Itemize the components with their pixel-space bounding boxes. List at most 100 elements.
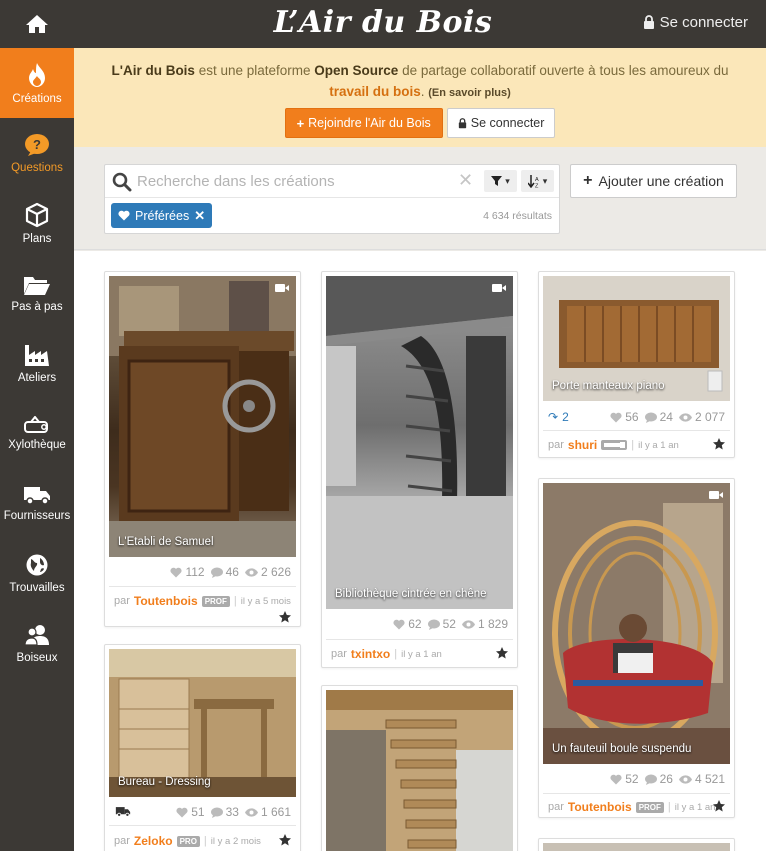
eye-icon <box>678 774 692 784</box>
creation-image: Bureau - Dressing <box>109 649 296 797</box>
author-link[interactable]: shuri <box>568 438 597 452</box>
sidebar-label: Xylothèque <box>8 438 66 451</box>
creation-stats: 51 33 1 661 <box>176 805 291 819</box>
comment-icon <box>644 774 657 785</box>
banner-travail: travail du bois <box>329 84 421 99</box>
sidebar-item-questions[interactable]: ? Questions <box>0 118 74 188</box>
repost-icon: ↷ <box>548 410 559 424</box>
creation-stats: 112 46 2 626 <box>170 565 291 579</box>
creation-stats: 52 26 4 521 <box>610 772 725 786</box>
creation-card[interactable]: Bibliothèque cintrée en chêne 62 52 1 82… <box>321 271 518 668</box>
star-icon[interactable] <box>496 647 508 659</box>
comment-icon <box>427 619 440 630</box>
likes-count: 62 <box>408 617 422 631</box>
by-label: par <box>114 595 130 607</box>
lock-icon <box>643 15 654 29</box>
sidebar-item-trouvailles[interactable]: Trouvailles <box>0 538 74 608</box>
sidebar-item-pas-a-pas[interactable]: Pas à pas <box>0 258 74 328</box>
flame-icon <box>29 62 45 87</box>
creation-card[interactable]: Bureau - Dressing 51 33 1 661 par Zeloko… <box>104 644 301 851</box>
creation-card[interactable] <box>538 838 735 851</box>
add-creation-button[interactable]: + Ajouter une création <box>570 164 737 198</box>
creation-byline: par Toutenbois PROF | il y a 5 mois <box>114 594 291 608</box>
heart-icon <box>176 807 188 817</box>
pro-badge: PROF <box>635 801 664 813</box>
filter-dropdown[interactable]: ▾ <box>484 170 517 192</box>
favorites-tag[interactable]: Préférées ✕ <box>111 203 213 228</box>
sidebar-label: Questions <box>11 161 63 174</box>
banner-open-source: Open Source <box>314 63 399 78</box>
wood-log-icon <box>24 415 48 433</box>
comment-icon <box>210 807 223 818</box>
author-link[interactable]: Zeloko <box>134 834 173 848</box>
author-link[interactable]: txintxo <box>351 647 390 661</box>
banner-login-label: Se connecter <box>470 116 545 130</box>
join-label: Rejoindre l'Air du Bois <box>308 116 431 130</box>
creation-time: il y a 5 mois <box>240 595 291 607</box>
truck-icon <box>115 807 131 817</box>
star-icon[interactable] <box>713 438 725 450</box>
lock-icon <box>458 117 466 128</box>
sidebar-item-plans[interactable]: Plans <box>0 188 74 258</box>
creation-card[interactable] <box>321 685 518 851</box>
tag-label: Préférées <box>135 208 190 223</box>
dressing-illustration <box>109 649 296 797</box>
video-icon <box>709 491 723 499</box>
home-icon <box>26 15 48 33</box>
author-link[interactable]: Toutenbois <box>134 594 198 608</box>
author-link[interactable]: Toutenbois <box>568 800 632 814</box>
login-link[interactable]: Se connecter <box>643 14 748 31</box>
sidebar-item-creations[interactable]: Créations <box>0 48 74 118</box>
creation-image: Porte manteaux piano <box>543 276 730 401</box>
home-button[interactable] <box>0 0 74 48</box>
views-count: 2 077 <box>694 410 725 424</box>
plus-icon: + <box>583 172 593 189</box>
comments-count: 33 <box>225 805 239 819</box>
svg-text:?: ? <box>33 137 41 152</box>
comments-count: 46 <box>225 565 239 579</box>
creation-title: Bureau - Dressing <box>118 776 211 788</box>
sidebar-label: Créations <box>12 92 62 105</box>
sidebar-label: Ateliers <box>17 371 57 384</box>
banner-text-part: est une plateforme <box>194 63 315 78</box>
comment-icon <box>210 567 223 578</box>
creation-byline: par Zeloko PRO | il y a 2 mois <box>114 834 261 848</box>
plus-icon: + <box>296 115 305 131</box>
banner-login-button[interactable]: Se connecter <box>446 108 556 138</box>
sidebar-item-ateliers[interactable]: Ateliers <box>0 328 74 398</box>
views-count: 1 661 <box>260 805 291 819</box>
learn-more-link[interactable]: (En savoir plus) <box>428 87 511 99</box>
creation-card[interactable]: Un fauteuil boule suspendu 52 26 4 521 p… <box>538 478 735 818</box>
sidebar-item-xylotheque[interactable]: Xylothèque <box>0 398 74 468</box>
workbench-illustration <box>109 276 296 557</box>
users-icon <box>24 624 49 646</box>
creation-card[interactable]: L'Etabli de Samuel 112 46 2 626 par Tout… <box>104 271 301 627</box>
creation-byline: par Toutenbois PROF | il y a 1 an <box>548 800 716 814</box>
sidebar-label: Boiseux <box>16 651 58 664</box>
join-button[interactable]: + Rejoindre l'Air du Bois <box>284 108 443 138</box>
creation-image: Bibliothèque cintrée en chêne <box>326 276 513 609</box>
sidebar-item-boiseux[interactable]: Boiseux <box>0 608 74 678</box>
repost-count[interactable]: ↷ 2 <box>548 410 569 424</box>
sort-icon: AZ <box>527 174 539 188</box>
star-icon[interactable] <box>279 834 291 846</box>
creation-title: Porte manteaux piano <box>552 380 665 392</box>
saw-badge-icon <box>601 440 628 450</box>
star-icon[interactable] <box>279 611 291 623</box>
intro-banner: L'Air du Bois est une plateforme Open So… <box>74 48 766 147</box>
heart-icon <box>393 619 405 629</box>
remove-tag-icon[interactable]: ✕ <box>194 208 205 224</box>
sort-dropdown[interactable]: AZ ▾ <box>521 170 554 192</box>
sidebar-item-fournisseurs[interactable]: Fournisseurs <box>0 468 74 538</box>
chevron-down-icon: ▾ <box>542 175 548 186</box>
search-icon <box>112 172 132 192</box>
site-logo[interactable]: L’Air du Bois <box>274 5 493 40</box>
star-icon[interactable] <box>713 800 725 812</box>
creation-card[interactable]: Porte manteaux piano ↷ 2 56 24 2 077 par… <box>538 271 735 458</box>
heart-icon <box>118 210 130 221</box>
creation-time: il y a 1 an <box>401 648 442 660</box>
search-input[interactable] <box>137 170 457 192</box>
clear-icon[interactable]: ✕ <box>458 170 473 191</box>
folder-icon <box>24 276 50 295</box>
by-label: par <box>114 835 130 847</box>
